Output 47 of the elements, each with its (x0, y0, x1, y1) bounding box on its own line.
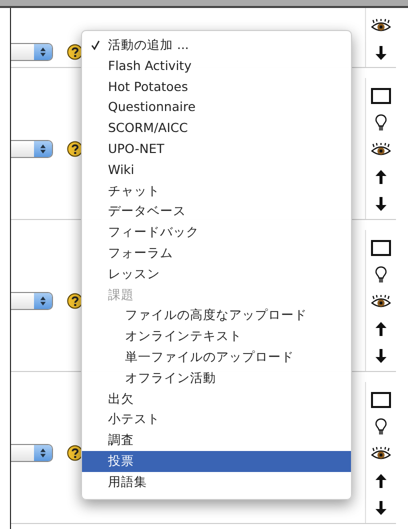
checkmark-icon (91, 40, 100, 50)
square-icon[interactable] (371, 392, 391, 408)
select-field[interactable] (11, 444, 53, 462)
menu-item[interactable]: SCORM/AICC (82, 118, 351, 139)
stepper-icon (34, 44, 52, 60)
menu-item[interactable]: 用語集 (82, 472, 351, 493)
down-arrow-icon[interactable] (375, 500, 387, 514)
help-icon[interactable] (67, 293, 83, 309)
select-field[interactable] (11, 292, 53, 310)
help-icon[interactable] (67, 44, 83, 60)
up-arrow-icon[interactable] (375, 170, 387, 184)
lightbulb-icon[interactable] (375, 114, 387, 132)
stepper-icon (34, 445, 52, 461)
menu-item[interactable]: Flash Activity (82, 56, 351, 77)
menu-item[interactable]: 小テスト (82, 409, 351, 430)
eye-icon[interactable] (371, 142, 391, 156)
eye-icon[interactable] (371, 446, 391, 460)
menu-item[interactable]: Questionnaire (82, 97, 351, 118)
eye-icon[interactable] (371, 294, 391, 308)
select-field[interactable] (11, 140, 53, 158)
lightbulb-icon[interactable] (375, 266, 387, 284)
menu-item[interactable]: データベース (82, 201, 351, 222)
square-icon[interactable] (371, 240, 391, 256)
menu-item[interactable]: UPO-NET (82, 138, 351, 160)
menu-item[interactable]: 活動の追加 ... (82, 35, 351, 56)
eye-icon[interactable] (371, 18, 391, 32)
menu-item[interactable]: 調査 (82, 430, 351, 451)
select-field[interactable] (11, 43, 53, 61)
down-arrow-icon[interactable] (375, 348, 387, 362)
help-icon[interactable] (67, 141, 83, 157)
up-arrow-icon[interactable] (375, 322, 387, 336)
menu-item[interactable]: 出欠 (82, 388, 351, 410)
square-icon[interactable] (371, 88, 391, 104)
menu-item[interactable]: Wiki (82, 160, 351, 181)
stepper-icon (34, 141, 52, 157)
lightbulb-icon[interactable] (375, 418, 387, 436)
menu-item[interactable]: チャット (82, 180, 351, 202)
menu-item[interactable]: 投票 (82, 450, 351, 472)
menu-item[interactable]: フィードバック (82, 222, 351, 243)
menu-item[interactable]: レッスン (82, 264, 351, 285)
help-icon[interactable] (67, 445, 83, 461)
down-arrow-icon[interactable] (375, 196, 387, 210)
stepper-icon (34, 293, 52, 309)
down-arrow-icon[interactable] (375, 46, 387, 60)
up-arrow-icon[interactable] (375, 474, 387, 488)
menu-item[interactable]: フォーラム (82, 242, 351, 264)
menu-item[interactable]: Hot Potatoes (82, 76, 351, 98)
